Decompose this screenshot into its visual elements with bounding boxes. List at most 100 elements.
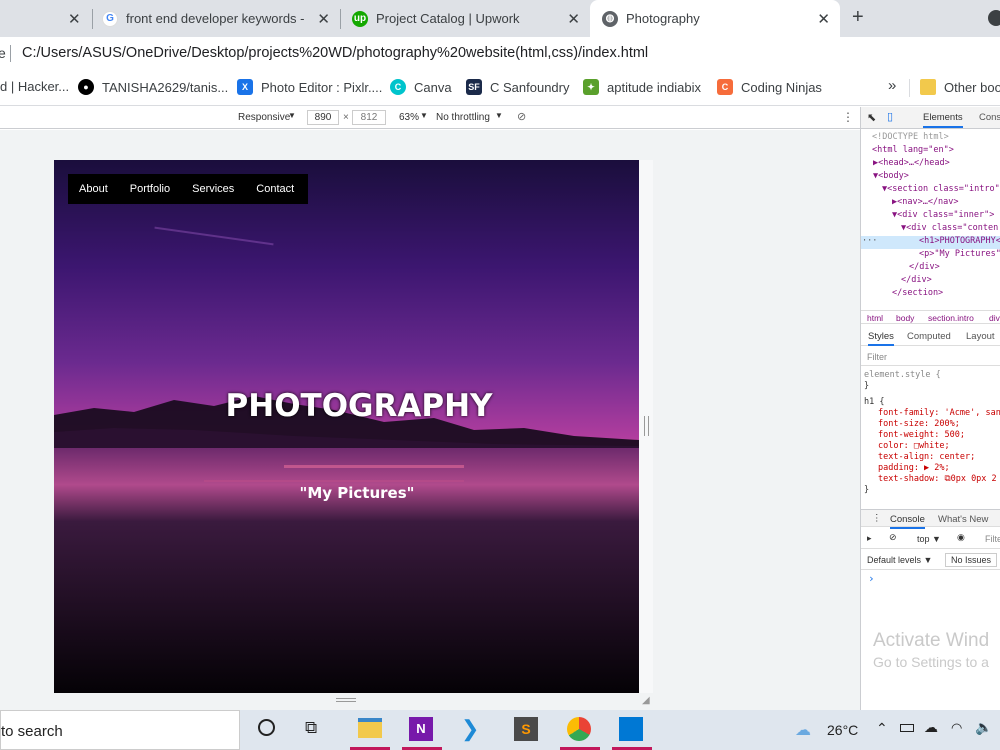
zoom-select[interactable]: 63%	[399, 112, 419, 123]
css-rule-line[interactable]: font-size: 200%;	[878, 419, 960, 429]
tab-styles[interactable]: Styles	[868, 331, 894, 346]
page-info-icon[interactable]: e	[0, 45, 6, 61]
levels-select[interactable]: Default levels ▼	[867, 555, 932, 565]
battery-icon[interactable]	[900, 724, 914, 732]
new-tab-icon[interactable]: +	[852, 6, 864, 29]
url-text[interactable]: C:/Users/ASUS/OneDrive/Desktop/projects%…	[22, 45, 648, 61]
nav-services[interactable]: Services	[192, 183, 234, 195]
cortana-icon[interactable]	[258, 719, 275, 736]
width-input[interactable]: 890	[307, 110, 339, 125]
device-mode-select[interactable]: Responsive	[238, 112, 290, 123]
throttle-select[interactable]: No throttling	[436, 112, 490, 123]
sublime-icon[interactable]: S	[514, 717, 538, 741]
volume-icon[interactable]: 🔈	[975, 719, 992, 736]
close-icon[interactable]: ✕	[317, 10, 330, 28]
onenote-icon[interactable]: N	[409, 717, 433, 741]
dom-line[interactable]: </div>	[901, 275, 932, 285]
vscode-icon[interactable]: ❯	[461, 717, 485, 741]
resize-handle[interactable]	[644, 416, 649, 436]
dom-line[interactable]: ▼<div class="conten	[901, 223, 998, 233]
weather-temp[interactable]: 26°C	[827, 722, 858, 738]
height-input[interactable]: 812	[352, 110, 386, 125]
css-rule-line: }	[864, 381, 870, 391]
bookmark-other[interactable]: Other boo	[920, 79, 1000, 95]
context-select[interactable]: top ▼	[917, 534, 941, 544]
inspect-icon[interactable]: ⬉	[867, 111, 876, 124]
close-icon[interactable]: ✕	[567, 10, 580, 28]
chevron-right-icon: »	[888, 77, 897, 94]
issues-button[interactable]: No Issues	[945, 553, 998, 567]
tab-upwork[interactable]: up Project Catalog | Upwork ✕	[352, 0, 590, 37]
bookmark-github[interactable]: ● TANISHA2629/tanis...	[78, 79, 228, 95]
file-explorer-icon[interactable]	[358, 718, 382, 738]
css-rule-line[interactable]: text-align: center;	[878, 452, 975, 462]
tab-photography[interactable]: ◍ Photography ✕	[590, 0, 840, 37]
console-filter-input[interactable]: Filte	[985, 534, 1000, 544]
tab-elements[interactable]: Elements	[923, 112, 963, 128]
css-rule-line[interactable]: font-family: 'Acme', san	[878, 408, 1000, 418]
dom-line[interactable]: </div>	[909, 262, 940, 272]
css-rule-line[interactable]: color: □white;	[878, 441, 950, 451]
dom-text: </div>	[901, 275, 932, 285]
bookmark-canva[interactable]: C Canva	[390, 79, 452, 95]
dom-line[interactable]: ▶<nav>…</nav>	[892, 197, 959, 207]
rotate-icon[interactable]: ⊘	[517, 110, 526, 123]
clear-icon[interactable]: ⊘	[889, 532, 897, 543]
bookmarks-overflow[interactable]: »	[888, 77, 896, 94]
weather-icon[interactable]: ☁	[795, 720, 811, 740]
resize-handle-bottom[interactable]	[336, 698, 356, 702]
tab-layout[interactable]: Layout	[966, 331, 995, 342]
close-icon[interactable]: ✕	[68, 10, 81, 28]
css-rule-line[interactable]: font-weight: 500;	[878, 430, 965, 440]
tab-computed[interactable]: Computed	[907, 331, 951, 342]
breadcrumb-item[interactable]: section.intro	[928, 313, 974, 323]
dom-line[interactable]: <!DOCTYPE html>	[872, 132, 949, 142]
tab-whats-new[interactable]: What's New	[938, 514, 988, 525]
close-icon[interactable]: ✕	[817, 10, 830, 28]
bookmark-sanfoundry[interactable]: SF C Sanfoundry	[466, 79, 570, 95]
dom-line[interactable]: </section>	[892, 288, 943, 298]
dom-text: <h1>PHOTOGRAPHY</	[919, 236, 1000, 246]
bookmark-indiabix[interactable]: ✦ aptitude indiabix	[583, 79, 701, 95]
resize-corner-icon[interactable]: ◢	[642, 695, 650, 706]
chevron-up-icon[interactable]: ⌃	[876, 720, 888, 737]
chevron-down-icon: ▼	[288, 111, 296, 120]
bookmark-pixlr[interactable]: X Photo Editor : Pixlr....	[237, 79, 382, 95]
css-rule-line: h1 {	[864, 397, 885, 407]
bookmark-hackerrank[interactable]: d | Hacker...	[0, 79, 69, 94]
dom-line-selected[interactable]: ··· <h1>PHOTOGRAPHY</	[861, 236, 1000, 249]
sidebar-toggle-icon[interactable]: ▸	[867, 533, 872, 544]
more-icon[interactable]: ⋮	[872, 513, 882, 524]
profile-icon[interactable]	[988, 10, 1000, 26]
tab-console[interactable]: Cons	[979, 112, 1000, 123]
dom-line[interactable]: ▼<section class="intro"	[882, 184, 1000, 194]
css-rule-line[interactable]: text-shadow: ⧉0px 0px 2	[878, 474, 997, 484]
dom-line[interactable]: ▼<div class="inner">	[892, 210, 994, 220]
dom-text: <html lang="en">	[872, 145, 954, 155]
onedrive-icon[interactable]: ☁	[924, 719, 938, 736]
device-toggle-icon[interactable]: ▯	[887, 110, 893, 123]
dom-line[interactable]: <p>"My Pictures"	[919, 249, 1000, 259]
task-view-icon[interactable]: ⧉	[305, 718, 317, 738]
breadcrumb-item[interactable]: html	[867, 313, 883, 323]
taskbar-search[interactable]: to search	[0, 710, 240, 750]
nav-contact[interactable]: Contact	[256, 183, 294, 195]
eye-icon[interactable]: ◉	[957, 532, 965, 543]
nav-portfolio[interactable]: Portfolio	[130, 183, 170, 195]
nav-about[interactable]: About	[79, 183, 108, 195]
console-prompt[interactable]: ›	[868, 572, 875, 585]
chrome-icon[interactable]	[567, 717, 591, 741]
more-icon[interactable]: ⋮	[842, 110, 854, 124]
styles-filter[interactable]: Filter	[861, 348, 1000, 366]
dom-line[interactable]: ▶<head>…</head>	[873, 158, 950, 168]
tab-google[interactable]: G front end developer keywords - G ✕	[102, 0, 340, 37]
photos-icon[interactable]	[619, 717, 643, 741]
tab-console-drawer[interactable]: Console	[890, 514, 925, 529]
breadcrumb-item[interactable]: body	[896, 313, 914, 323]
dom-line[interactable]: <html lang="en">	[872, 145, 954, 155]
css-rule-line[interactable]: padding: ▶ 2%;	[878, 463, 950, 473]
dom-line[interactable]: ▼<body>	[873, 171, 909, 181]
breadcrumb-item[interactable]: div	[989, 313, 1000, 323]
wifi-icon[interactable]: ◠	[951, 720, 962, 736]
bookmark-codingninjas[interactable]: C Coding Ninjas	[717, 79, 822, 95]
